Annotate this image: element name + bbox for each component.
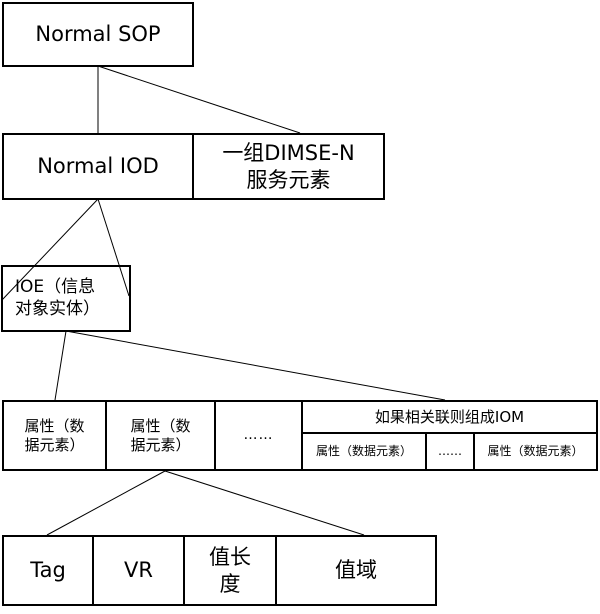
- ioe-label: IOE（信息 对象实体）: [15, 277, 100, 319]
- normal-sop-label: Normal SOP: [35, 22, 161, 47]
- iom-attribute-label-2: 属性（数据元素）: [487, 444, 584, 458]
- iom-header-label: 如果相关联则组成IOM: [374, 407, 525, 426]
- attribute-label-2: 属性（数 据元素）: [130, 416, 191, 454]
- normal-sop-box: Normal SOP: [2, 2, 194, 67]
- ioe-box: IOE（信息 对象实体）: [1, 265, 131, 332]
- iom-ellipsis-label: ……: [438, 444, 462, 458]
- connector-attribute-to-value-field: [164, 470, 365, 536]
- iom-header-box: 如果相关联则组成IOM: [301, 400, 598, 434]
- connector-sop-to-dimse: [97, 65, 301, 134]
- iom-ellipsis-box: ……: [425, 432, 475, 471]
- dimse-n-label: 一组DIMSE-N 服务元素: [222, 141, 355, 192]
- attribute-label-1: 属性（数 据元素）: [24, 416, 85, 454]
- value-field-box: 值域: [275, 535, 437, 606]
- value-length-label: 值长 度: [209, 545, 251, 596]
- normal-iod-label: Normal IOD: [37, 154, 159, 179]
- iom-attribute-label-1: 属性（数据元素）: [315, 444, 412, 458]
- tag-label: Tag: [30, 558, 66, 583]
- attribute-box-1: 属性（数 据元素）: [2, 400, 107, 471]
- iom-attribute-box-2: 属性（数据元素）: [473, 432, 598, 471]
- connector-ioe-to-attribute: [54, 330, 67, 401]
- normal-iod-box: Normal IOD: [2, 133, 194, 200]
- attribute-box-2: 属性（数 据元素）: [105, 400, 216, 471]
- value-length-box: 值长 度: [183, 535, 277, 606]
- connector-attribute-to-tag: [46, 470, 166, 536]
- vr-label: VR: [124, 558, 153, 583]
- iom-attribute-box-1: 属性（数据元素）: [301, 432, 427, 471]
- ellipsis-label: ……: [243, 426, 274, 443]
- connector-ioe-to-iom: [65, 330, 446, 401]
- vr-box: VR: [92, 535, 185, 606]
- tag-box: Tag: [2, 535, 94, 606]
- dimse-n-box: 一组DIMSE-N 服务元素: [192, 133, 385, 200]
- ellipsis-box: ……: [214, 400, 303, 471]
- value-field-label: 值域: [335, 558, 377, 583]
